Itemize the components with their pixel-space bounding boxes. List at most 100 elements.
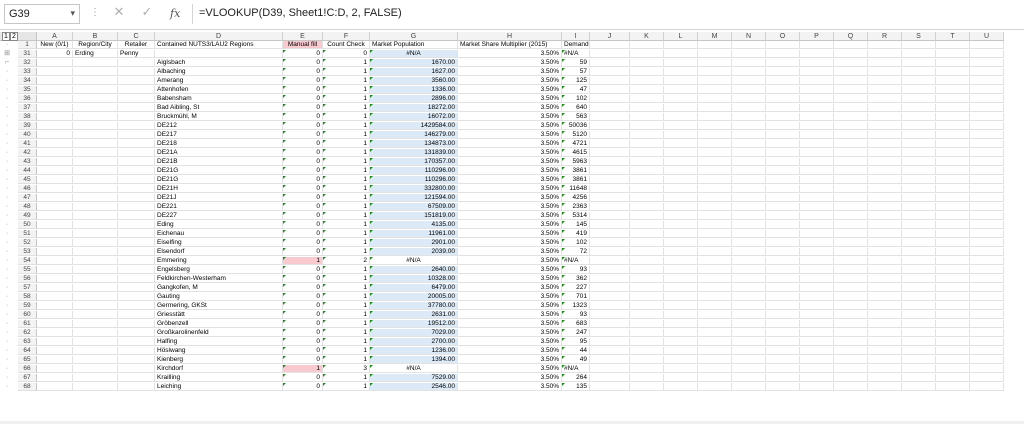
cell-new[interactable]	[37, 194, 73, 202]
empty-cell[interactable]	[766, 311, 800, 319]
cell-new[interactable]	[37, 104, 73, 112]
empty-cell[interactable]	[698, 95, 732, 103]
header-region-city[interactable]: Region/City	[73, 41, 118, 49]
empty-cell[interactable]	[868, 176, 902, 184]
empty-cell[interactable]	[800, 140, 834, 148]
empty-cell[interactable]	[590, 239, 630, 247]
empty-cell[interactable]	[902, 50, 936, 58]
empty-cell[interactable]	[902, 329, 936, 337]
empty-cell[interactable]	[766, 50, 800, 58]
empty-cell[interactable]	[800, 374, 834, 382]
empty-cell[interactable]	[902, 320, 936, 328]
cell-demand[interactable]: 419	[562, 230, 590, 238]
cell-demand[interactable]: #N/A	[562, 50, 590, 58]
cell-demand[interactable]: 11648	[562, 185, 590, 193]
empty-cell[interactable]	[732, 320, 766, 328]
empty-cell[interactable]	[766, 284, 800, 292]
empty-cell[interactable]	[698, 77, 732, 85]
empty-cell[interactable]	[732, 266, 766, 274]
cell-retailer[interactable]	[118, 167, 155, 175]
row-header[interactable]: 66	[18, 365, 37, 373]
empty-cell[interactable]	[800, 221, 834, 229]
header-new[interactable]: New (0/1)	[37, 41, 73, 49]
column-header-d[interactable]: D	[155, 32, 283, 41]
empty-cell[interactable]	[732, 284, 766, 292]
empty-cell[interactable]	[936, 365, 970, 373]
empty-cell[interactable]	[590, 122, 630, 130]
empty-cell[interactable]	[800, 158, 834, 166]
header-market-population[interactable]: Market Population	[370, 41, 458, 49]
cell-region-name[interactable]: Gröbenzell	[155, 320, 283, 328]
cell-region-name[interactable]: DE218	[155, 140, 283, 148]
cell-market-population[interactable]: 170357.00	[370, 158, 458, 166]
more-options-icon[interactable]: ⋮	[90, 7, 100, 18]
empty-cell[interactable]	[868, 212, 902, 220]
empty-cell[interactable]	[970, 167, 1004, 175]
cell-manual-fill[interactable]: 0	[283, 248, 323, 256]
empty-cell[interactable]	[590, 212, 630, 220]
column-header-k[interactable]: K	[630, 32, 664, 41]
cell-manual-fill[interactable]: 0	[283, 140, 323, 148]
cell-demand[interactable]: 5314	[562, 212, 590, 220]
empty-cell[interactable]	[868, 383, 902, 391]
cell-region-city[interactable]	[73, 239, 118, 247]
empty-cell[interactable]	[698, 257, 732, 265]
cell-demand[interactable]: 95	[562, 338, 590, 346]
cell-region-name[interactable]: Eichenau	[155, 230, 283, 238]
empty-cell[interactable]	[698, 284, 732, 292]
cell-new[interactable]	[37, 320, 73, 328]
empty-cell[interactable]	[698, 275, 732, 283]
cell-market-share[interactable]: 3.50%	[458, 383, 562, 391]
empty-cell[interactable]	[902, 86, 936, 94]
cell-retailer[interactable]	[118, 374, 155, 382]
cell-market-share[interactable]: 3.50%	[458, 68, 562, 76]
cell-count-check[interactable]: 1	[323, 338, 370, 346]
empty-cell[interactable]	[766, 131, 800, 139]
row-header[interactable]: 39	[18, 122, 37, 130]
cell-count-check[interactable]: 1	[323, 59, 370, 67]
cell-demand[interactable]: 57	[562, 68, 590, 76]
cell-region-city[interactable]	[73, 383, 118, 391]
column-header-a[interactable]: A	[37, 32, 73, 41]
empty-cell[interactable]	[732, 239, 766, 247]
row-header[interactable]: 36	[18, 95, 37, 103]
empty-cell[interactable]	[970, 338, 1004, 346]
cell-region-city[interactable]	[73, 284, 118, 292]
cell-new[interactable]	[37, 95, 73, 103]
cell-market-population[interactable]: 131839.00	[370, 149, 458, 157]
empty-cell[interactable]	[902, 158, 936, 166]
empty-cell[interactable]	[590, 347, 630, 355]
empty-cell[interactable]	[732, 203, 766, 211]
empty-cell[interactable]	[732, 194, 766, 202]
empty-cell[interactable]	[868, 302, 902, 310]
empty-cell[interactable]	[698, 293, 732, 301]
empty-cell[interactable]	[970, 293, 1004, 301]
empty-cell[interactable]	[590, 221, 630, 229]
empty-cell[interactable]	[732, 212, 766, 220]
cell-demand[interactable]: 50036	[562, 122, 590, 130]
cell-market-population[interactable]: 7029.00	[370, 329, 458, 337]
cell-count-check[interactable]: 3	[323, 365, 370, 373]
empty-cell[interactable]	[732, 347, 766, 355]
empty-cell[interactable]	[970, 230, 1004, 238]
empty-cell[interactable]	[936, 293, 970, 301]
empty-cell[interactable]	[732, 59, 766, 67]
empty-cell[interactable]	[664, 365, 698, 373]
row-header[interactable]: 45	[18, 176, 37, 184]
cell-retailer[interactable]	[118, 104, 155, 112]
empty-cell[interactable]	[664, 50, 698, 58]
row-header[interactable]: 32	[18, 59, 37, 67]
empty-cell[interactable]	[834, 338, 868, 346]
cell-region-city[interactable]	[73, 104, 118, 112]
row-header[interactable]: 42	[18, 149, 37, 157]
cell-market-share[interactable]: 3.50%	[458, 266, 562, 274]
empty-cell[interactable]	[936, 158, 970, 166]
empty-cell[interactable]	[868, 194, 902, 202]
cell-market-population[interactable]: 2700.00	[370, 338, 458, 346]
empty-cell[interactable]	[936, 149, 970, 157]
empty-cell[interactable]	[834, 140, 868, 148]
empty-cell[interactable]	[834, 131, 868, 139]
cell-region-name[interactable]: DE21G	[155, 167, 283, 175]
empty-cell[interactable]	[970, 131, 1004, 139]
empty-cell[interactable]	[698, 248, 732, 256]
